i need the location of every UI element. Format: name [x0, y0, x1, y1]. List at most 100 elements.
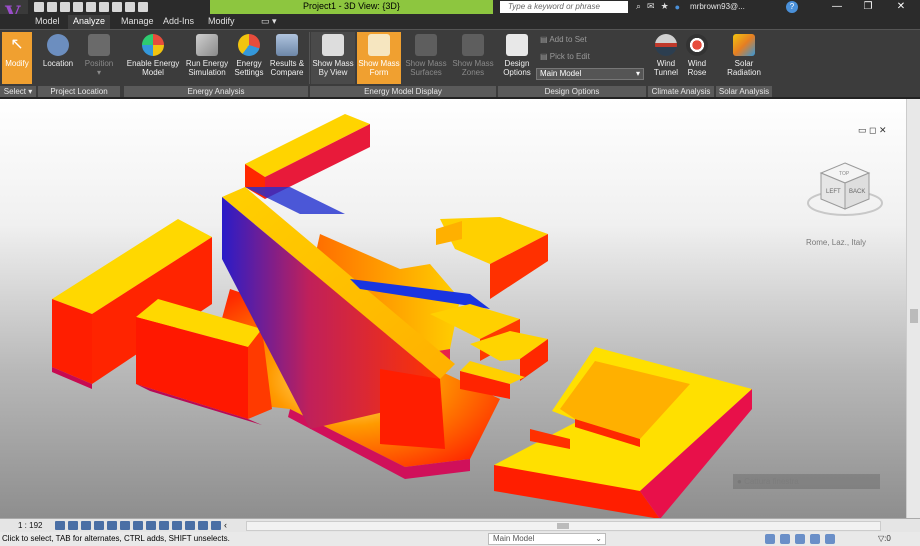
design-option-select[interactable]: Main Model ▾ [536, 68, 644, 80]
show-mass-form-button[interactable]: Show Mass Form [357, 32, 401, 84]
sun-path-icon[interactable] [81, 521, 91, 530]
view-control-icons: ‹ [55, 521, 227, 530]
vertical-scrollbar[interactable] [906, 99, 920, 518]
hide-isolate-icon[interactable] [159, 521, 169, 530]
analytical-model-icon[interactable] [198, 521, 208, 530]
run-energy-simulation-button[interactable]: Run Energy Simulation [184, 32, 230, 84]
viewcube[interactable]: LEFT BACK TOP [805, 157, 885, 227]
filter-count[interactable]: ▽:0 [878, 532, 891, 546]
sync-icon[interactable] [60, 2, 70, 12]
visual-style-icon[interactable] [68, 521, 78, 530]
position-icon [88, 34, 110, 56]
tab-analyze[interactable]: Analyze [68, 15, 111, 29]
show-mass-by-view-button[interactable]: Show Mass By View [311, 32, 355, 84]
close-button[interactable]: ✕ [886, 0, 916, 14]
capture-window-bar[interactable]: ● Cattura finestra [733, 474, 880, 489]
chevron-down-icon: ▾ [635, 69, 640, 78]
tab-manage[interactable]: Manage [116, 15, 159, 29]
user-name[interactable]: mrbrown93@... [690, 2, 745, 11]
status-text: Click to select, TAB for alternates, CTR… [2, 534, 230, 543]
constraints-icon[interactable] [211, 521, 221, 530]
view-scale[interactable]: 1 : 192 [18, 519, 42, 532]
mass-zones-icon [462, 34, 484, 56]
render-icon[interactable] [107, 521, 117, 530]
energy-settings-button[interactable]: Energy Settings [232, 32, 266, 84]
wind-rose-icon [686, 34, 708, 56]
active-design-option-select[interactable]: Main Model ⌄ [488, 533, 606, 545]
energy-settings-icon [238, 34, 260, 56]
show-mass-surfaces-button[interactable]: Show Mass Surfaces [403, 32, 449, 84]
quick-access-toolbar [34, 1, 148, 13]
solar-radiation-icon [733, 34, 755, 56]
title-bar: V Project1 - 3D View: {3D} Type a keywor… [0, 0, 920, 28]
shadows-icon[interactable] [94, 521, 104, 530]
help-icon[interactable]: ? [786, 1, 798, 13]
design-options-icon [506, 34, 528, 56]
select-panel-label[interactable]: Select ▾ [0, 86, 36, 97]
restore-button[interactable]: ❐ [853, 0, 883, 14]
project-location-label: Project Location [38, 86, 120, 97]
drag-elements-icon[interactable] [825, 534, 835, 544]
position-button[interactable]: Position ▾ [80, 32, 118, 84]
binoculars-icon[interactable]: ⌕ [636, 1, 641, 12]
ribbon-tabs: Model Analyze Manage Add-Ins Modify ▭ ▾ [0, 14, 920, 29]
solar-radiation-button[interactable]: Solar Radiation [722, 32, 766, 84]
enable-energy-model-button[interactable]: Enable Energy Model [125, 32, 181, 84]
customize-icon[interactable] [138, 2, 148, 12]
show-mass-zones-button[interactable]: Show Mass Zones [451, 32, 495, 84]
horizontal-scrollbar[interactable] [246, 521, 881, 531]
tab-model[interactable]: Model [30, 15, 65, 29]
design-options-button[interactable]: Design Options [500, 32, 534, 84]
comm-center-icon[interactable]: ✉ [647, 1, 655, 12]
viewcube-top-label: TOP [839, 171, 850, 177]
switch-windows-icon[interactable] [125, 2, 135, 12]
modify-button[interactable]: ↖ Modify [2, 32, 32, 84]
location-label[interactable]: Rome, Laz., Italy [806, 238, 866, 247]
measure-icon[interactable] [99, 2, 109, 12]
vertical-scroll-thumb[interactable] [910, 309, 918, 323]
user-icon[interactable]: ● [675, 2, 680, 12]
pinned-icon[interactable] [795, 534, 805, 544]
view-window-controls[interactable]: ▭ ◻ ✕ [858, 125, 887, 136]
pick-to-edit-button[interactable]: ▤ Pick to Edit [540, 52, 590, 61]
detail-level-icon[interactable] [55, 521, 65, 530]
links-icon[interactable] [780, 534, 790, 544]
open-icon[interactable] [34, 2, 44, 12]
solar-analysis-model[interactable] [0, 99, 906, 518]
3d-viewport[interactable]: ▭ ◻ ✕ LEFT BACK TOP Rome, Laz., Italy ● … [0, 97, 920, 518]
location-button[interactable]: Location [40, 32, 76, 84]
view-control-bar: 1 : 192 ‹ [0, 518, 920, 532]
tab-add-ins[interactable]: Add-Ins [158, 15, 199, 29]
simulation-icon [196, 34, 218, 56]
minimize-button[interactable]: — [822, 0, 852, 14]
redo-icon[interactable] [86, 2, 96, 12]
lock-view-icon[interactable] [146, 521, 156, 530]
temporary-properties-icon[interactable] [185, 521, 195, 530]
horizontal-scroll-thumb[interactable] [557, 523, 569, 529]
wind-tunnel-button[interactable]: Wind Tunnel [650, 32, 682, 84]
mass-form-icon [368, 34, 390, 56]
wind-rose-button[interactable]: Wind Rose [684, 32, 710, 84]
title-area: Project1 - 3D View: {3D} [210, 0, 493, 14]
crop-view-icon[interactable] [120, 521, 130, 530]
mass-by-view-icon [322, 34, 344, 56]
print-icon[interactable] [112, 2, 122, 12]
undo-icon[interactable] [73, 2, 83, 12]
underlay-icon[interactable] [810, 534, 820, 544]
tab-modify[interactable]: Modify [203, 15, 240, 29]
cursor-icon: ↖ [10, 36, 24, 53]
worksets-icon[interactable] [765, 534, 775, 544]
tab-contextual[interactable]: ▭ ▾ [256, 15, 282, 29]
mass-surfaces-icon [415, 34, 437, 56]
wind-tunnel-icon [655, 34, 677, 56]
add-to-set-button[interactable]: ▤ Add to Set [540, 35, 587, 44]
viewcube-back-label: BACK [849, 189, 865, 195]
favorites-icon[interactable]: ★ [661, 1, 669, 12]
save-icon[interactable] [47, 2, 57, 12]
search-input[interactable]: Type a keyword or phrase [500, 1, 628, 13]
results-compare-button[interactable]: Results & Compare [268, 32, 306, 84]
show-crop-icon[interactable] [133, 521, 143, 530]
reveal-hidden-icon[interactable] [172, 521, 182, 530]
chevron-left-icon[interactable]: ‹ [224, 521, 227, 530]
design-options-label: Design Options [498, 86, 646, 97]
